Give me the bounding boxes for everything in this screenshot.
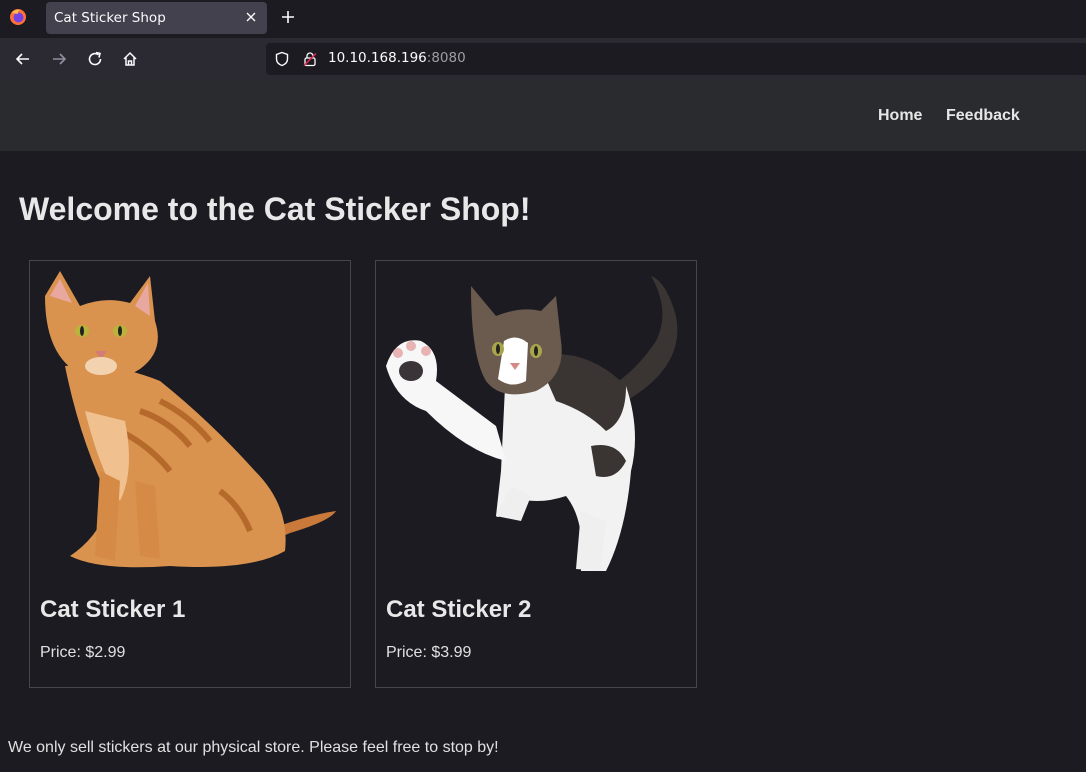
insecure-lock-icon[interactable]	[302, 51, 318, 67]
nav-link-home[interactable]: Home	[878, 107, 922, 125]
product-card: Cat Sticker 1 Price: $2.99	[29, 260, 351, 688]
product-price: Price: $3.99	[386, 644, 472, 661]
browser-tab[interactable]: Cat Sticker Shop	[46, 2, 267, 34]
close-tab-icon[interactable]	[243, 9, 259, 25]
store-notice: We only sell stickers at our physical st…	[8, 739, 499, 756]
browser-tab-bar: Cat Sticker Shop	[0, 0, 1086, 38]
orange-tabby-cat-image	[45, 271, 336, 568]
url-bar[interactable]: 10.10.168.196:8080	[266, 43, 1086, 75]
url-port: :8080	[426, 50, 466, 66]
product-name: Cat Sticker 1	[40, 596, 186, 623]
site-header: Home Feedback	[0, 80, 1086, 151]
back-icon[interactable]	[14, 50, 32, 68]
firefox-logo-icon[interactable]	[9, 8, 27, 26]
shield-icon[interactable]	[274, 51, 290, 67]
home-icon[interactable]	[121, 50, 139, 68]
page-title: Welcome to the Cat Sticker Shop!	[19, 191, 531, 227]
forward-icon[interactable]	[50, 50, 68, 68]
product-card: Cat Sticker 2 Price: $3.99	[375, 260, 697, 688]
product-price: Price: $2.99	[40, 644, 126, 661]
browser-nav-bar: 10.10.168.196:8080	[0, 38, 1086, 81]
new-tab-icon[interactable]	[281, 10, 295, 24]
nav-link-feedback[interactable]: Feedback	[946, 107, 1020, 125]
url-host: 10.10.168.196	[328, 50, 427, 66]
product-name: Cat Sticker 2	[386, 596, 532, 623]
black-white-cat-image	[386, 276, 678, 571]
url-text[interactable]: 10.10.168.196:8080	[328, 50, 466, 66]
reload-icon[interactable]	[86, 50, 104, 68]
tab-title: Cat Sticker Shop	[54, 10, 166, 26]
